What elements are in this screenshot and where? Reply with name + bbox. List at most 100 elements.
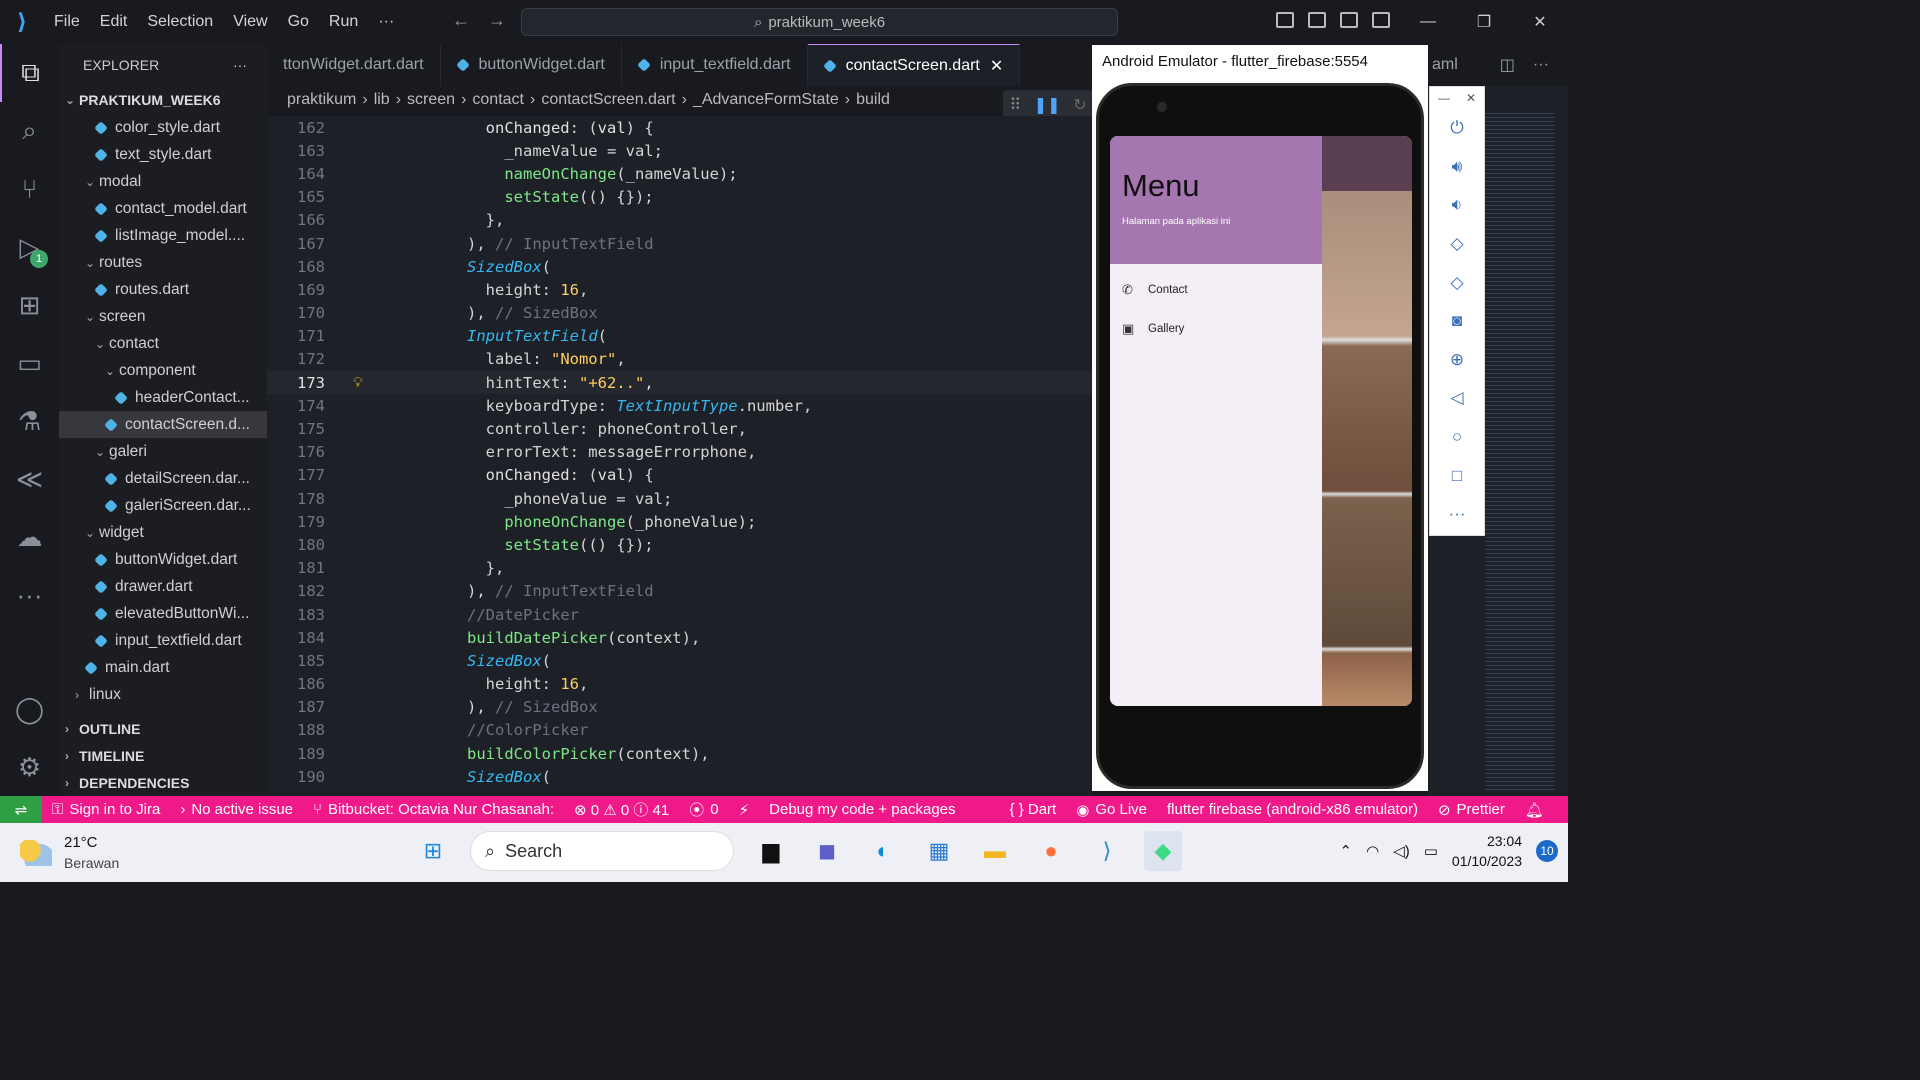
volume-up-icon[interactable]: 🔊︎ — [1430, 148, 1484, 187]
extensions-icon[interactable]: ⊞ — [0, 276, 59, 334]
settings-gear-icon[interactable]: ⚙ — [0, 738, 59, 796]
code-line[interactable]: 169 height: 16, — [267, 278, 1093, 301]
minimize-icon[interactable]: — — [1400, 0, 1456, 44]
more-icon[interactable]: ··· — [0, 566, 59, 624]
code-line[interactable]: 178 _phoneValue = val; — [267, 487, 1093, 510]
code-line[interactable]: 185 SizedBox( — [267, 649, 1093, 672]
split-editor-icon[interactable]: ◫ — [1500, 55, 1515, 75]
ports-status[interactable]: ⦿ 0 — [679, 799, 728, 820]
phone-screen[interactable]: Menu Halaman pada aplikasi ini ✆ Contact ▣… — [1110, 136, 1412, 706]
code-line[interactable]: 184 buildDatePicker(context), — [267, 626, 1093, 649]
tree-item[interactable]: contactScreen.d... — [59, 411, 267, 438]
code-line[interactable]: 176 errorText: messageErrorphone, — [267, 441, 1093, 464]
close-icon[interactable]: ✕ — [1466, 91, 1476, 105]
drawer-item-contact[interactable]: ✆ Contact — [1110, 270, 1322, 309]
breadcrumb-item[interactable]: lib — [374, 91, 390, 109]
go-live-status[interactable]: ◉ Go Live — [1066, 801, 1157, 819]
tree-item[interactable]: ⌄ component — [59, 357, 267, 384]
android-studio-icon[interactable]: ◆ — [1144, 831, 1182, 871]
volume-down-icon[interactable]: 🔉︎ — [1430, 186, 1484, 225]
toggle-panel-icon[interactable] — [1308, 12, 1326, 28]
code-line[interactable]: 186 height: 16, — [267, 673, 1093, 696]
edge-icon[interactable]: ◐ — [864, 831, 902, 871]
code-line[interactable]: 171 InputTextField( — [267, 325, 1093, 348]
code-line[interactable]: 163 _nameValue = val; — [267, 139, 1093, 162]
pause-icon[interactable]: ❚❚ — [1034, 95, 1061, 115]
code-line[interactable]: 165 setState(() {}); — [267, 186, 1093, 209]
prettier-status[interactable]: ⊘ Prettier — [1428, 801, 1515, 819]
home-icon[interactable]: ○ — [1430, 418, 1484, 457]
remote-indicator-icon[interactable]: ⇌ — [0, 796, 42, 823]
code-line[interactable]: 177 onChanged: (val) { — [267, 464, 1093, 487]
overview-icon[interactable]: □ — [1430, 456, 1484, 495]
jira-status[interactable]: ⚿ Sign in to Jira — [42, 801, 170, 818]
tree-item[interactable]: main.dart — [59, 654, 267, 681]
minimize-icon[interactable]: — — [1438, 91, 1450, 105]
more-icon[interactable]: ··· — [1430, 495, 1484, 534]
search-icon[interactable]: ⌕ — [0, 102, 59, 160]
tab-yaml-fragment[interactable]: aml — [1432, 56, 1458, 74]
tree-item[interactable]: ⌄ galeri — [59, 438, 267, 465]
language-status[interactable]: { } Dart — [1000, 801, 1067, 818]
battery-icon[interactable]: ▭ — [1424, 842, 1438, 860]
explorer-icon[interactable]: ⧉ — [0, 44, 59, 102]
tree-item[interactable]: ⌄ widget — [59, 519, 267, 546]
restart-icon[interactable]: ↻ — [1073, 95, 1086, 115]
code-line[interactable]: 167 ), // InputTextField — [267, 232, 1093, 255]
code-line[interactable]: 175 controller: phoneController, — [267, 417, 1093, 440]
command-center[interactable]: ⌕ praktikum_week6 — [521, 8, 1118, 36]
menu-item-1[interactable]: Edit — [90, 13, 138, 31]
zoom-icon[interactable]: ⊕ — [1430, 341, 1484, 380]
code-line[interactable]: 173 💡︎ hintText: "+62..", — [267, 371, 1093, 395]
tree-item[interactable]: detailScreen.dar... — [59, 465, 267, 492]
explorer-more-button[interactable]: ··· — [233, 57, 247, 73]
volume-icon[interactable]: ◁) — [1393, 842, 1410, 860]
bitbucket-status[interactable]: ⑂ Bitbucket: Octavia Nur Chasanah: — [303, 801, 564, 818]
section-dependencies[interactable]: › DEPENDENCIES — [59, 769, 267, 796]
file-explorer-icon[interactable]: ▬ — [976, 831, 1014, 871]
code-line[interactable]: 179 phoneOnChange(_phoneValue); — [267, 510, 1093, 533]
source-control-icon[interactable]: ⑂ — [0, 160, 59, 218]
tree-item[interactable]: ⌄ screen — [59, 303, 267, 330]
close-tab-icon[interactable]: ✕ — [990, 56, 1003, 76]
code-editor[interactable]: 162 onChanged: (val) {163 _nameValue = v… — [267, 116, 1093, 796]
meet-icon[interactable]: ◼ — [808, 831, 846, 871]
editor-tab[interactable]: buttonWidget.dart — [441, 44, 622, 86]
tree-item[interactable]: ⌄ modal — [59, 168, 267, 195]
drawer-item-gallery[interactable]: ▣ Gallery — [1110, 309, 1322, 348]
toggle-sidebar-icon[interactable] — [1276, 12, 1294, 28]
code-line[interactable]: 174 keyboardType: TextInputType.number, — [267, 394, 1093, 417]
code-line[interactable]: 166 }, — [267, 209, 1093, 232]
code-line[interactable]: 189 buildColorPicker(context), — [267, 742, 1093, 765]
weather-widget[interactable]: 21°C Berawan — [20, 833, 119, 873]
code-line[interactable]: 182 ), // InputTextField — [267, 580, 1093, 603]
menu-item-0[interactable]: File — [44, 13, 90, 31]
device-status[interactable]: flutter firebase (android-x86 emulator) — [1157, 801, 1428, 818]
menu-item-2[interactable]: Selection — [137, 13, 223, 31]
code-line[interactable]: 180 setState(() {}); — [267, 533, 1093, 556]
editor-tab[interactable]: ttonWidget.dart.dart — [267, 44, 441, 86]
code-line[interactable]: 183 //DatePicker — [267, 603, 1093, 626]
tree-item[interactable]: listImage_model.... — [59, 222, 267, 249]
account-icon[interactable]: ◯ — [0, 680, 59, 738]
forward-arrow-icon[interactable]: → — [488, 10, 506, 31]
issue-status[interactable]: › No active issue — [170, 801, 303, 818]
tree-item[interactable]: ⌄ contact — [59, 330, 267, 357]
clock[interactable]: 23:04 01/10/2023 — [1452, 831, 1522, 871]
minimap[interactable] — [1485, 110, 1555, 790]
tree-item[interactable]: color_style.dart — [59, 114, 267, 141]
back-icon[interactable]: ◁ — [1430, 379, 1484, 418]
close-icon[interactable]: ✕ — [1512, 0, 1568, 44]
editor-tab[interactable]: input_textfield.dart — [622, 44, 808, 86]
run-debug-icon[interactable]: ▷ 1 — [0, 218, 59, 276]
docker-icon[interactable]: ☁ — [0, 508, 59, 566]
tree-item[interactable]: contact_model.dart — [59, 195, 267, 222]
notification-count-badge[interactable]: 10 — [1536, 840, 1558, 862]
back-arrow-icon[interactable]: ← — [452, 10, 470, 31]
code-line[interactable]: 190 SizedBox( — [267, 765, 1093, 788]
menu-item-3[interactable]: View — [223, 13, 277, 31]
notifications-bell-icon[interactable]: 🔔︎ — [1515, 801, 1554, 819]
tree-item[interactable]: headerContact... — [59, 384, 267, 411]
rotate-right-icon[interactable]: ◇ — [1430, 263, 1484, 302]
menu-item-5[interactable]: Run — [319, 13, 368, 31]
